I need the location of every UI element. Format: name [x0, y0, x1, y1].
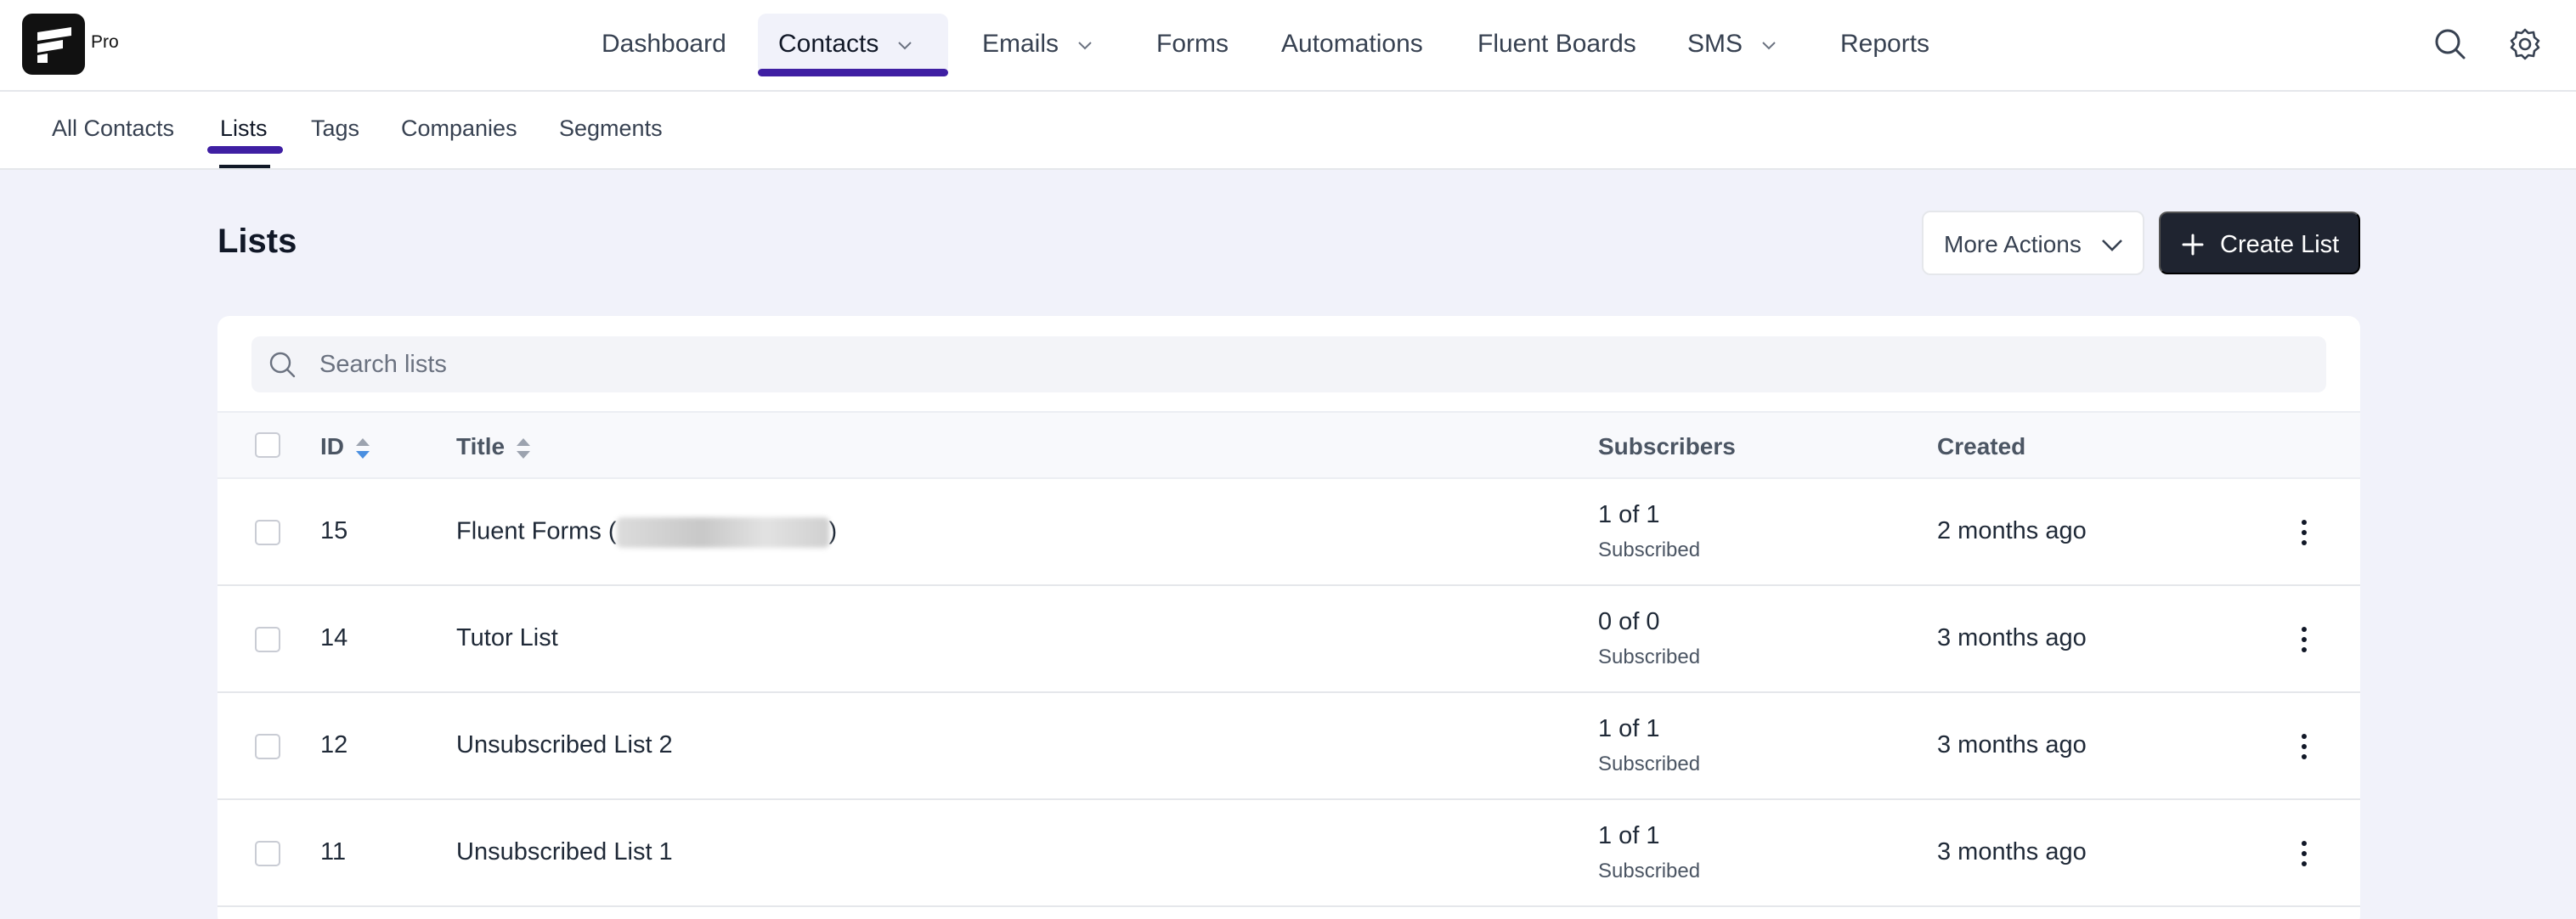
table-row[interactable]: 15 Fluent Forms () 1 of 1 Subscribed 2 m…: [217, 479, 2360, 586]
search-input[interactable]: [319, 345, 2274, 384]
row-title[interactable]: Fluent Forms (): [456, 517, 837, 548]
row-subscriber-count: 0 of 0: [1598, 608, 1660, 635]
top-navbar: Pro Dashboard Contacts Emails Forms Auto…: [0, 0, 2576, 92]
nav-sms-label: SMS: [1687, 30, 1743, 58]
column-id-label: ID: [320, 433, 344, 460]
subnav-companies[interactable]: Companies: [401, 116, 517, 142]
table-row[interactable]: 14 Tutor List 0 of 0 Subscribed 3 months…: [217, 586, 2360, 693]
sort-icon: [517, 437, 531, 459]
row-created: 3 months ago: [1937, 838, 2087, 865]
create-list-label: Create List: [2220, 231, 2340, 258]
subnav-segments[interactable]: Segments: [559, 116, 663, 142]
row-title-suffix: ): [828, 517, 838, 545]
gear-icon[interactable]: [2506, 25, 2544, 63]
row-subscriber-status: Subscribed: [1598, 860, 1701, 882]
row-subscriber-status: Subscribed: [1598, 538, 1701, 561]
row-id: 14: [320, 624, 348, 651]
chevron-down-icon: [898, 42, 912, 50]
nav-automations[interactable]: Automations: [1281, 14, 1423, 75]
kebab-icon[interactable]: [2296, 516, 2313, 550]
row-subscriber-status: Subscribed: [1598, 646, 1701, 668]
row-checkbox[interactable]: [255, 520, 280, 545]
nav-emails[interactable]: Emails: [982, 14, 1094, 75]
search-bar: [251, 336, 2326, 392]
row-created: 3 months ago: [1937, 624, 2087, 651]
kebab-icon[interactable]: [2296, 730, 2313, 764]
nav-dashboard[interactable]: Dashboard: [602, 14, 726, 75]
create-list-button[interactable]: Create List: [2159, 211, 2360, 274]
search-icon[interactable]: [2432, 25, 2469, 63]
row-created: 2 months ago: [1937, 517, 2087, 544]
more-actions-button[interactable]: More Actions: [1922, 211, 2144, 275]
row-checkbox[interactable]: [255, 841, 280, 866]
more-actions-label: More Actions: [1944, 231, 2082, 257]
row-id: 15: [320, 517, 348, 544]
plus-icon: [2182, 234, 2204, 256]
row-subscriber-count: 1 of 1: [1598, 715, 1660, 742]
column-created: Created: [1937, 433, 2026, 460]
nav-sms[interactable]: SMS: [1687, 14, 1778, 75]
nav-contacts-label: Contacts: [778, 30, 879, 58]
chevron-down-icon: [2102, 240, 2122, 251]
row-id: 11: [320, 838, 347, 865]
nav-fluent-boards[interactable]: Fluent Boards: [1477, 14, 1636, 75]
row-subscriber-count: 1 of 1: [1598, 501, 1660, 528]
chevron-down-icon: [1762, 42, 1776, 50]
table-row[interactable]: 12 Unsubscribed List 2 1 of 1 Subscribed…: [217, 693, 2360, 800]
row-title[interactable]: Unsubscribed List 2: [456, 731, 673, 759]
row-title[interactable]: Unsubscribed List 1: [456, 838, 673, 866]
kebab-icon[interactable]: [2296, 837, 2313, 871]
column-id[interactable]: ID: [320, 433, 371, 460]
row-created: 3 months ago: [1937, 731, 2087, 758]
row-subscriber-count: 1 of 1: [1598, 822, 1660, 849]
table-header: ID Title Subscribers Created: [217, 411, 2360, 479]
redacted-text: [616, 517, 829, 548]
kebab-icon[interactable]: [2296, 623, 2313, 657]
active-tab-indicator: [219, 165, 270, 168]
subnav-lists[interactable]: Lists: [220, 116, 268, 142]
row-checkbox[interactable]: [255, 734, 280, 759]
nav-reports[interactable]: Reports: [1840, 14, 1929, 75]
table-row[interactable]: 11 Unsubscribed List 1 1 of 1 Subscribed…: [217, 800, 2360, 907]
row-id: 12: [320, 731, 348, 758]
sort-icon: [356, 437, 370, 459]
row-checkbox[interactable]: [255, 627, 280, 652]
row-subscriber-status: Subscribed: [1598, 753, 1701, 775]
main-nav: Dashboard Contacts Emails Forms Automati…: [0, 14, 2576, 76]
subnav-all-contacts[interactable]: All Contacts: [52, 116, 174, 142]
subnav-tags[interactable]: Tags: [311, 116, 359, 142]
nav-emails-label: Emails: [982, 30, 1059, 58]
search-icon: [269, 352, 296, 378]
page-title: Lists: [217, 223, 297, 260]
column-title[interactable]: Title: [456, 433, 532, 460]
lists-card: ID Title Subscribers Created 15 Fluent F…: [217, 316, 2360, 919]
row-title[interactable]: Tutor List: [456, 624, 558, 652]
nav-forms[interactable]: Forms: [1156, 14, 1229, 75]
nav-contacts[interactable]: Contacts: [758, 14, 948, 76]
sub-nav: All Contacts Lists Tags Companies Segmen…: [0, 92, 2576, 170]
active-tab-highlight: [207, 146, 283, 154]
chevron-down-icon: [1078, 42, 1092, 50]
column-title-label: Title: [456, 433, 506, 460]
row-title-prefix: Fluent Forms (: [456, 517, 617, 545]
column-subscribers: Subscribers: [1598, 433, 1736, 460]
select-all-checkbox[interactable]: [255, 432, 280, 458]
